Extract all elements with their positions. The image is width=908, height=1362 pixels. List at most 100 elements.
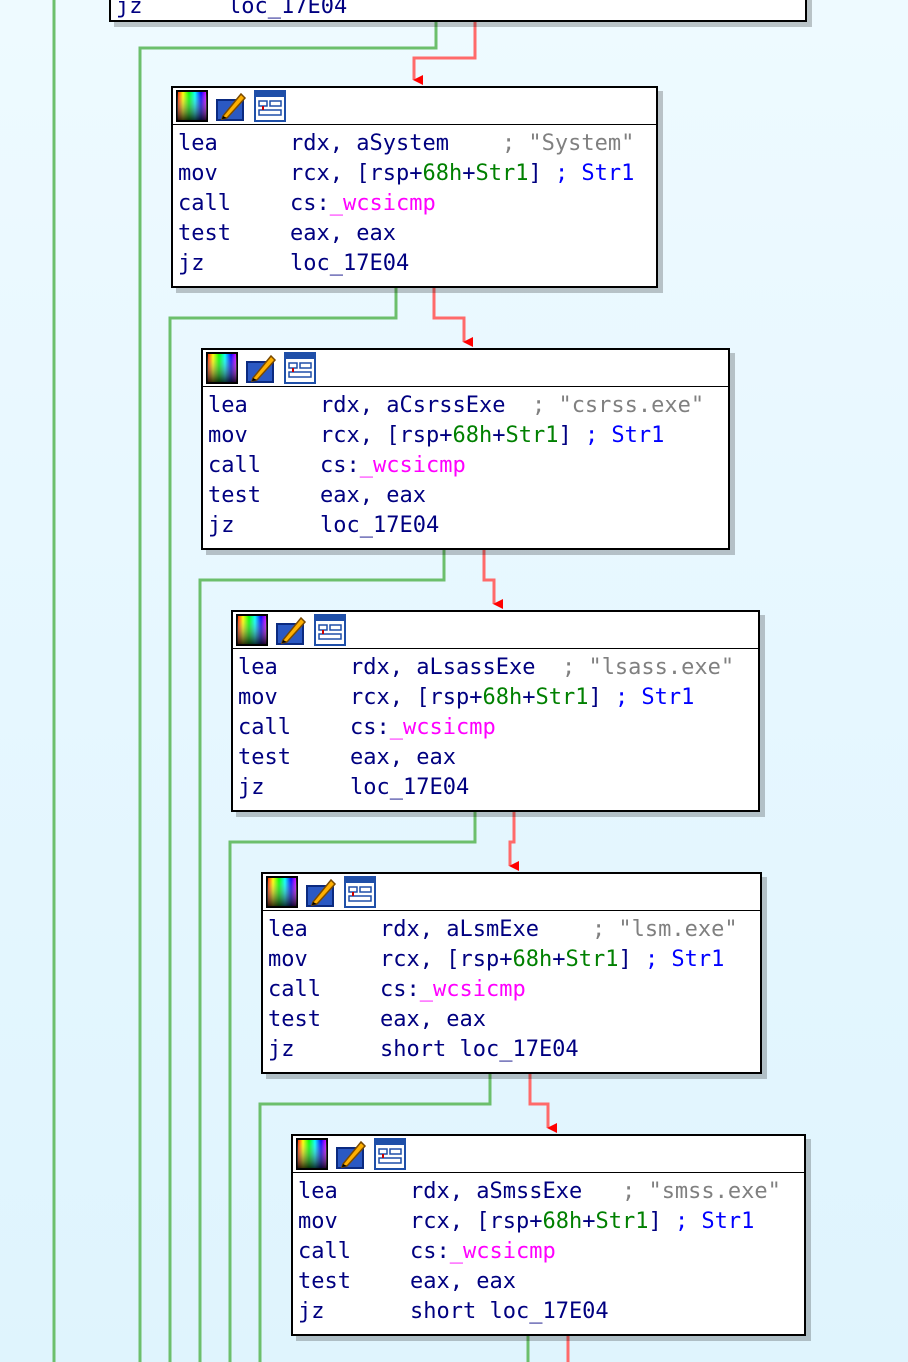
offset-number: 68h: [542, 1209, 583, 1234]
instruction-row[interactable]: mov rcx, [rsp+68h+Str1] ; Str1: [268, 945, 760, 975]
mnemonic: test: [178, 221, 231, 246]
block-header: [263, 874, 760, 911]
code-block-previous[interactable]: jz loc_17E04: [109, 0, 807, 22]
graph-view-icon[interactable]: [374, 1138, 406, 1170]
mnemonic: jz: [238, 775, 265, 800]
edit-pencil-icon[interactable]: [245, 352, 277, 384]
edge-true-block-3[interactable]: [508, 812, 519, 871]
stack-var[interactable]: Str1: [475, 161, 528, 186]
instruction-row[interactable]: lea rdx, aSmssExe ; "smss.exe": [298, 1177, 804, 1207]
instruction-row[interactable]: lea rdx, aLsassExe ; "lsass.exe": [238, 653, 758, 683]
instruction-row: jz loc_17E04: [116, 0, 347, 22]
string-symbol[interactable]: aLsmExe: [446, 917, 539, 942]
color-palette-icon[interactable]: [266, 876, 298, 908]
string-symbol[interactable]: aCsrssExe: [386, 393, 505, 418]
mnemonic: call: [268, 977, 321, 1002]
jump-target[interactable]: loc_17E04: [290, 251, 409, 276]
mnemonic: lea: [298, 1179, 338, 1204]
stack-var[interactable]: Str1: [505, 423, 558, 448]
offset-number: 68h: [482, 685, 523, 710]
block-body: lea rdx, aSmssExe ; "smss.exe" mov rcx, [r…: [293, 1173, 804, 1327]
jump-target[interactable]: loc_17E04: [350, 775, 469, 800]
block-body: lea rdx, aCsrssExe ; "csrss.exe" mov rcx, …: [203, 387, 728, 541]
edit-pencil-icon[interactable]: [215, 90, 247, 122]
mnemonic: test: [238, 745, 291, 770]
edge-true-block-2[interactable]: [482, 550, 503, 609]
instruction-row[interactable]: jz short loc_17E04: [268, 1035, 760, 1065]
instruction-row[interactable]: jz loc_17E04: [238, 773, 758, 803]
graph-view-icon[interactable]: [254, 90, 286, 122]
code-block-smss[interactable]: lea rdx, aSmssExe ; "smss.exe" mov rcx, [r…: [291, 1134, 806, 1336]
instruction-row[interactable]: jz loc_17E04: [178, 249, 656, 279]
instruction-row[interactable]: mov rcx, [rsp+68h+Str1] ; Str1: [208, 421, 728, 451]
comment: ; Str1: [674, 1209, 755, 1234]
code-block-lsm[interactable]: lea rdx, aLsmExe ; "lsm.exe" mov rcx, [rsp…: [261, 872, 762, 1074]
jump-target[interactable]: loc_17E04: [320, 513, 439, 538]
graph-view-icon[interactable]: [314, 614, 346, 646]
mnemonic: mov: [208, 423, 248, 448]
comment: ; Str1: [584, 423, 665, 448]
instruction-row[interactable]: lea rdx, aCsrssExe ; "csrss.exe": [208, 391, 728, 421]
mnemonic: jz: [116, 0, 143, 19]
block-body: lea rdx, aLsmExe ; "lsm.exe" mov rcx, [rsp…: [263, 911, 760, 1065]
color-palette-icon[interactable]: [296, 1138, 328, 1170]
jump-target[interactable]: short loc_17E04: [410, 1299, 609, 1324]
instruction-row[interactable]: call cs:_wcsicmp: [208, 451, 728, 481]
graph-view-icon[interactable]: [344, 876, 376, 908]
instruction-row[interactable]: test eax, eax: [178, 219, 656, 249]
color-palette-icon[interactable]: [236, 614, 268, 646]
instruction-row[interactable]: test eax, eax: [298, 1267, 804, 1297]
comment: ; Str1: [644, 947, 725, 972]
function-name[interactable]: _wcsicmp: [360, 453, 466, 478]
instruction-row[interactable]: lea rdx, aLsmExe ; "lsm.exe": [268, 915, 760, 945]
mnemonic: test: [268, 1007, 321, 1032]
mnemonic: jz: [298, 1299, 325, 1324]
code-block-csrss[interactable]: lea rdx, aCsrssExe ; "csrss.exe" mov rcx, …: [201, 348, 730, 550]
string-symbol[interactable]: aSmssExe: [476, 1179, 582, 1204]
instruction-row[interactable]: mov rcx, [rsp+68h+Str1] ; Str1: [238, 683, 758, 713]
instruction-row[interactable]: call cs:_wcsicmp: [298, 1237, 804, 1267]
color-palette-icon[interactable]: [206, 352, 238, 384]
function-name[interactable]: _wcsicmp: [330, 191, 436, 216]
mnemonic: lea: [238, 655, 278, 680]
edit-pencil-icon[interactable]: [335, 1138, 367, 1170]
instruction-row[interactable]: call cs:_wcsicmp: [238, 713, 758, 743]
color-palette-icon[interactable]: [176, 90, 208, 122]
mnemonic: lea: [208, 393, 248, 418]
instruction-row[interactable]: call cs:_wcsicmp: [268, 975, 760, 1005]
block-body: lea rdx, aSystem ; "System" mov rcx, [rsp+…: [173, 125, 656, 279]
edge-true-block-1[interactable]: [432, 288, 473, 347]
string-symbol[interactable]: aSystem: [356, 131, 449, 156]
stack-var[interactable]: Str1: [595, 1209, 648, 1234]
offset-number: 68h: [422, 161, 463, 186]
function-name[interactable]: _wcsicmp: [390, 715, 496, 740]
function-name[interactable]: _wcsicmp: [450, 1239, 556, 1264]
code-block-system[interactable]: lea rdx, aSystem ; "System" mov rcx, [rsp+…: [171, 86, 658, 288]
code-block-lsass[interactable]: lea rdx, aLsassExe ; "lsass.exe" mov rcx, …: [231, 610, 760, 812]
stack-var[interactable]: Str1: [535, 685, 588, 710]
instruction-row[interactable]: jz loc_17E04: [208, 511, 728, 541]
edge-true-block-4[interactable]: [528, 1074, 557, 1133]
mnemonic: call: [298, 1239, 351, 1264]
mnemonic: call: [238, 715, 291, 740]
instruction-row[interactable]: call cs:_wcsicmp: [178, 189, 656, 219]
instruction-row[interactable]: lea rdx, aSystem ; "System": [178, 129, 656, 159]
comment: ; "smss.exe": [621, 1179, 781, 1204]
stack-var[interactable]: Str1: [565, 947, 618, 972]
instruction-row[interactable]: test eax, eax: [268, 1005, 760, 1035]
instruction-row[interactable]: jz short loc_17E04: [298, 1297, 804, 1327]
mnemonic: mov: [298, 1209, 338, 1234]
instruction-row[interactable]: mov rcx, [rsp+68h+Str1] ; Str1: [298, 1207, 804, 1237]
edit-pencil-icon[interactable]: [275, 614, 307, 646]
instruction-row[interactable]: test eax, eax: [208, 481, 728, 511]
comment: ; Str1: [554, 161, 635, 186]
instruction-row[interactable]: mov rcx, [rsp+68h+Str1] ; Str1: [178, 159, 656, 189]
jump-target[interactable]: short loc_17E04: [380, 1037, 579, 1062]
edge-true-block-0[interactable]: [412, 22, 477, 85]
function-name[interactable]: _wcsicmp: [420, 977, 526, 1002]
offset-number: 68h: [512, 947, 553, 972]
string-symbol[interactable]: aLsassExe: [416, 655, 535, 680]
instruction-row[interactable]: test eax, eax: [238, 743, 758, 773]
edit-pencil-icon[interactable]: [305, 876, 337, 908]
graph-view-icon[interactable]: [284, 352, 316, 384]
